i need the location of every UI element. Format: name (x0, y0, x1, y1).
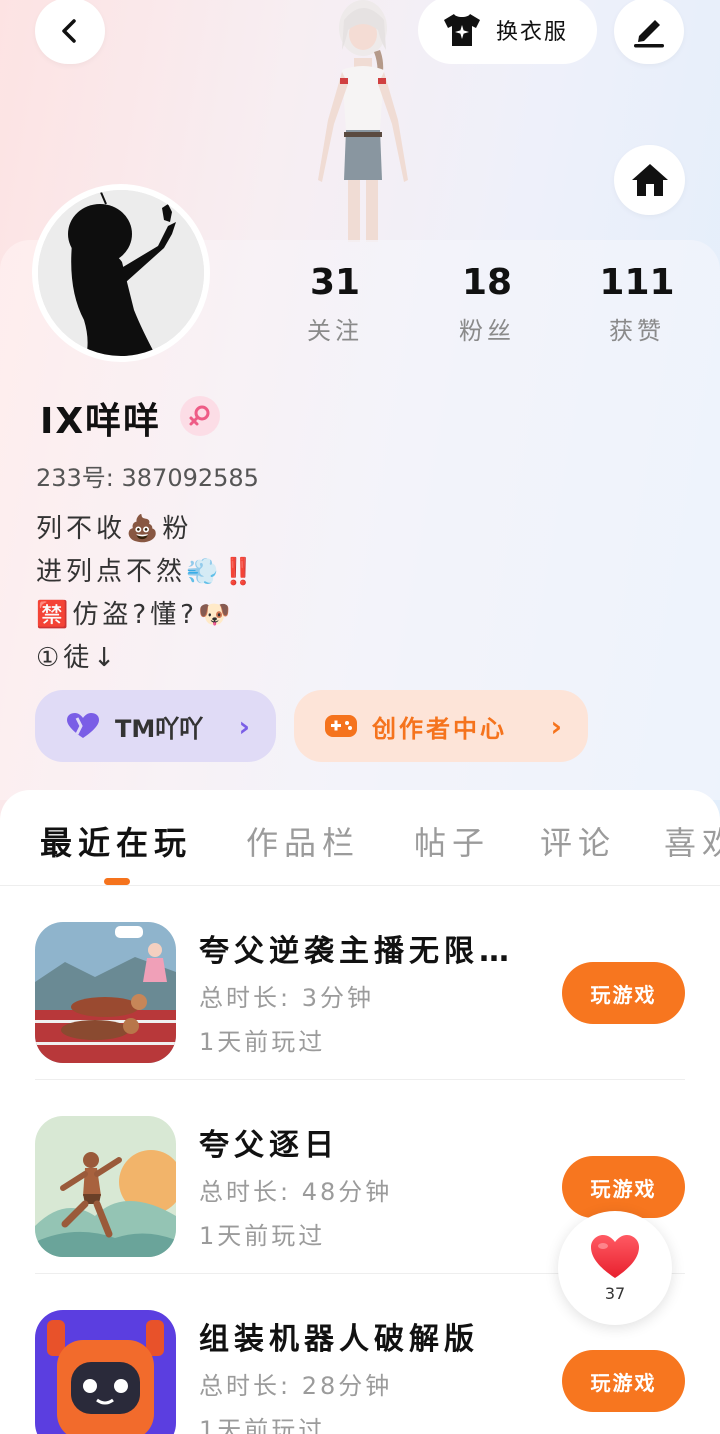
game-thumbnail-art (35, 922, 176, 1063)
avatar-3d-figure[interactable] (296, 0, 431, 242)
game-duration: 总时长: 48分钟 (199, 1178, 393, 1206)
back-button[interactable] (35, 0, 105, 64)
stat-following[interactable]: 31 关注 (280, 262, 390, 346)
bio-line: ①徒↓ (36, 643, 120, 673)
tm-club-button[interactable]: TM吖吖 › (35, 690, 276, 762)
tab-recently-played[interactable]: 最近在玩 (40, 818, 192, 864)
home-icon (631, 164, 668, 196)
play-game-button[interactable]: 玩游戏 (562, 1156, 685, 1218)
likes-count: 111 (599, 262, 675, 303)
following-count: 31 (309, 262, 361, 303)
creator-center-label: 创作者中心 (372, 714, 507, 743)
avatar[interactable] (32, 184, 210, 362)
shirt-icon (444, 14, 480, 46)
game-title: 组装机器人破解版 (199, 1322, 479, 1357)
followers-count: 18 (461, 262, 513, 303)
avatar-silhouette-image (38, 190, 204, 356)
play-game-button[interactable]: 玩游戏 (562, 1350, 685, 1412)
game-thumbnail-art (35, 1116, 176, 1257)
like-count: 37 (604, 1283, 626, 1303)
tab-bar: 最近在玩 作品栏 帖子 评论 喜欢 (0, 790, 720, 886)
change-outfit-label: 换衣服 (496, 20, 569, 45)
game-last-played: 1天前玩过 (199, 1416, 326, 1434)
floating-like-button[interactable]: 37 (558, 1211, 672, 1325)
gender-badge (180, 396, 220, 436)
chevron-right-icon: › (238, 709, 250, 743)
game-thumbnail-art (35, 1310, 176, 1434)
bio: 列不收💩粉 进列点不然💨‼️ 🈲仿盗?懂?🐶 ①徒↓ (36, 508, 259, 680)
female-icon (189, 405, 210, 426)
game-thumbnail[interactable] (35, 1310, 176, 1434)
game-thumbnail[interactable] (35, 922, 176, 1063)
tab-comments[interactable]: 评论 (540, 818, 616, 864)
following-label: 关注 (307, 317, 363, 345)
home-button[interactable] (614, 145, 685, 215)
heart-icon (591, 1234, 639, 1278)
game-duration: 总时长: 3分钟 (199, 984, 374, 1012)
stat-followers[interactable]: 18 粉丝 (432, 262, 542, 346)
bio-line: 🈲仿盗?懂?🐶 (36, 600, 235, 630)
game-thumbnail[interactable] (35, 1116, 176, 1257)
edit-icon (634, 20, 664, 48)
likes-label: 获赞 (609, 317, 665, 345)
bio-line: 列不收💩粉 (36, 514, 193, 544)
creator-center-button[interactable]: 创作者中心 › (294, 690, 588, 762)
stat-likes[interactable]: 111 获赞 (582, 262, 692, 346)
game-duration: 总时长: 28分钟 (199, 1372, 393, 1400)
heart-icon (67, 713, 99, 738)
back-icon (62, 19, 76, 43)
game-last-played: 1天前玩过 (199, 1028, 326, 1056)
gamepad-icon (325, 715, 357, 737)
followers-label: 粉丝 (459, 317, 515, 345)
tab-likes[interactable]: 喜欢 (664, 818, 720, 864)
tab-posts[interactable]: 帖子 (414, 818, 490, 864)
account-id: 233号: 387092585 (36, 464, 259, 492)
tm-club-label: TM吖吖 (115, 714, 204, 743)
game-list-item[interactable]: 夸父逆袭主播无限… 总时长: 3分钟 1天前玩过 玩游戏 (35, 886, 720, 1080)
play-game-button[interactable]: 玩游戏 (562, 962, 685, 1024)
change-outfit-button[interactable]: 换衣服 (418, 0, 597, 64)
active-tab-indicator (104, 878, 130, 885)
content-panel: 最近在玩 作品栏 帖子 评论 喜欢 夸父逆袭主播无限… 总 (0, 790, 720, 1434)
chevron-right-icon: › (550, 709, 562, 743)
bio-line: 进列点不然💨‼️ (36, 557, 259, 587)
edit-profile-button[interactable] (614, 0, 684, 64)
username: IX咩咩 (40, 401, 162, 442)
game-title: 夸父逐日 (199, 1128, 339, 1163)
tab-works[interactable]: 作品栏 (246, 818, 360, 864)
game-title: 夸父逆袭主播无限… (199, 934, 514, 969)
game-last-played: 1天前玩过 (199, 1222, 326, 1250)
